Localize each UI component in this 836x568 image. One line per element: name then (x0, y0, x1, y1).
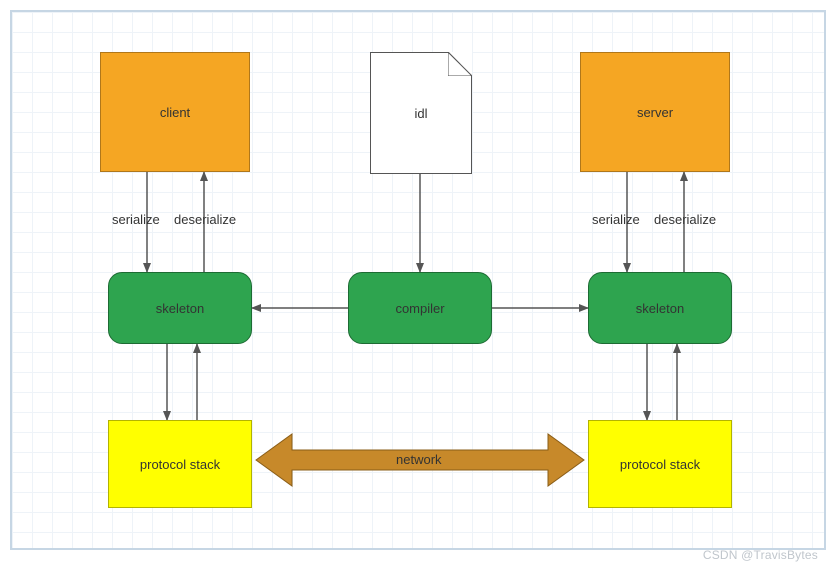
network-label: network (396, 452, 442, 467)
idl-node: idl (370, 52, 472, 174)
canvas: client idl server serialize deserialize … (0, 0, 836, 568)
compiler-node: compiler (348, 272, 492, 344)
watermark: CSDN @TravisBytes (703, 548, 818, 562)
deserialize-left-label: deserialize (174, 212, 236, 227)
deserialize-right-label: deserialize (654, 212, 716, 227)
skeleton-left-node: skeleton (108, 272, 252, 344)
skeleton-right-label: skeleton (636, 301, 684, 316)
skeleton-left-label: skeleton (156, 301, 204, 316)
serialize-left-label: serialize (112, 212, 160, 227)
diagram-frame: client idl server serialize deserialize … (10, 10, 826, 550)
idl-label: idl (414, 106, 427, 121)
server-node: server (580, 52, 730, 172)
protocol-stack-right-node: protocol stack (588, 420, 732, 508)
server-label: server (637, 105, 673, 120)
protocol-stack-left-label: protocol stack (140, 457, 220, 472)
skeleton-right-node: skeleton (588, 272, 732, 344)
client-label: client (160, 105, 190, 120)
protocol-stack-left-node: protocol stack (108, 420, 252, 508)
protocol-stack-right-label: protocol stack (620, 457, 700, 472)
serialize-right-label: serialize (592, 212, 640, 227)
compiler-label: compiler (395, 301, 444, 316)
client-node: client (100, 52, 250, 172)
